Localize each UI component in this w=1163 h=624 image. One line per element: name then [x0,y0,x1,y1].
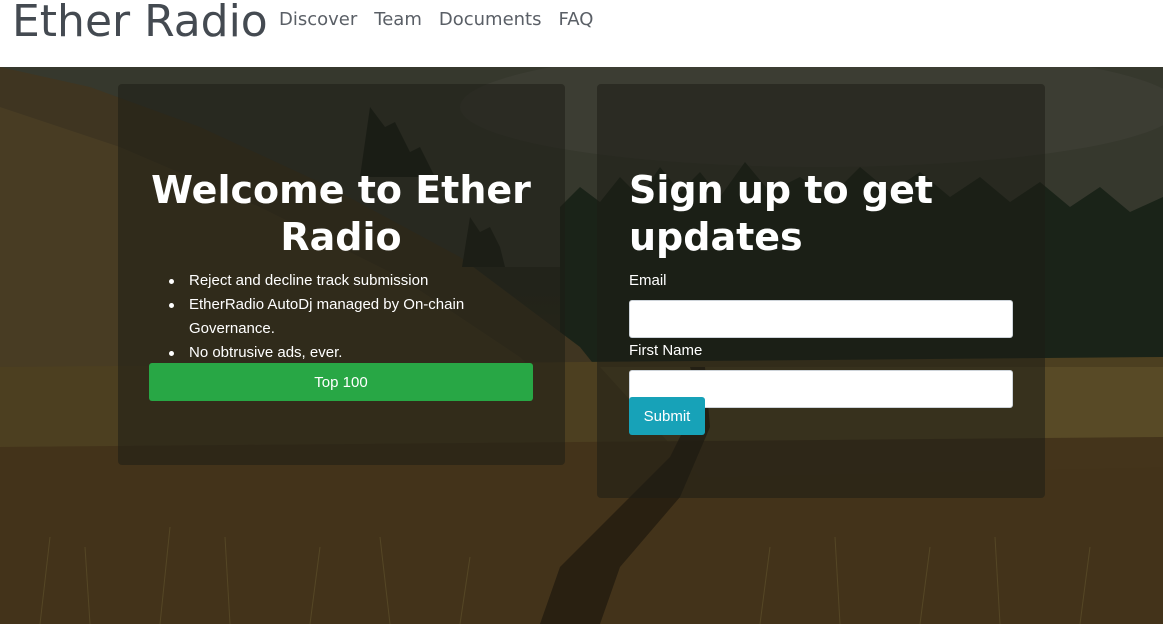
feature-item: No obtrusive ads, ever. [169,341,533,365]
feature-item: EtherRadio AutoDj managed by On-chain Go… [169,293,533,341]
nav-links: Discover Team Documents FAQ [279,8,610,32]
email-field[interactable] [629,300,1013,338]
navbar: Ether Radio Discover Team Documents FAQ [0,0,1163,67]
feature-list: Reject and decline track submission Ethe… [149,269,533,365]
top-100-button[interactable]: Top 100 [149,363,533,401]
nav-link-documents[interactable]: Documents [439,8,542,32]
nav-link-discover[interactable]: Discover [279,8,357,32]
signup-card: Sign up to get updates Email First Name … [597,84,1045,498]
first-name-label: First Name [629,342,703,359]
signup-title: Sign up to get updates [629,168,933,259]
brand-logo[interactable]: Ether Radio [12,0,268,48]
nav-link-team[interactable]: Team [374,8,422,32]
submit-button[interactable]: Submit [629,397,705,435]
welcome-title: Welcome to Ether Radio [151,168,531,259]
feature-item: Reject and decline track submission [169,269,533,293]
welcome-card: Welcome to Ether Radio Reject and declin… [118,84,565,465]
email-label: Email [629,272,667,289]
nav-link-faq[interactable]: FAQ [559,8,594,32]
hero-section: Welcome to Ether Radio Reject and declin… [0,67,1163,624]
